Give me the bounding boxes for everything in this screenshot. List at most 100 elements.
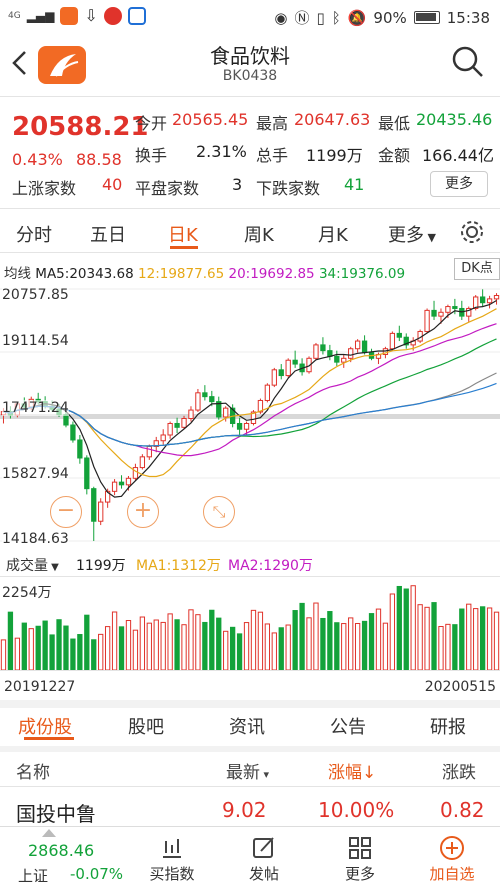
- search-button[interactable]: [450, 44, 486, 80]
- volume-bar: [174, 619, 180, 670]
- volume-bar: [459, 608, 465, 670]
- tab-daily-k[interactable]: 日K: [168, 221, 198, 247]
- col-header-latest[interactable]: 最新 ▾: [226, 758, 269, 783]
- tab-weekly-k[interactable]: 周K: [244, 221, 274, 247]
- tab-more[interactable]: 更多 ▼: [388, 221, 436, 247]
- zoom-in-button[interactable]: +: [127, 496, 159, 528]
- candle-body: [292, 359, 298, 365]
- stock-change-pct: 10.00%: [318, 798, 395, 822]
- volume-bar: [63, 625, 69, 670]
- quote-label-flat-count: 平盘家数: [135, 179, 200, 198]
- tab-five-day[interactable]: 五日: [90, 221, 126, 247]
- ma34-value: 34:19376.09: [318, 266, 406, 282]
- quote-more-button[interactable]: 更多: [430, 171, 488, 197]
- stock-name[interactable]: 国投中鲁: [16, 798, 96, 827]
- ma12-value: 12:19877.65: [138, 266, 225, 282]
- candle-body: [167, 422, 173, 436]
- stock-latest: 9.02: [222, 798, 267, 822]
- volume-bar: [375, 608, 382, 670]
- volume-bar: [368, 613, 375, 670]
- volume-bar: [188, 609, 194, 670]
- stock-change-amt: 0.82: [440, 798, 485, 822]
- candle-body: [438, 311, 444, 317]
- quote-label-turnover: 换手: [135, 146, 168, 165]
- network-indicator: 4G: [8, 10, 21, 21]
- tab-news[interactable]: 资讯: [229, 713, 265, 739]
- candle-body: [195, 392, 201, 411]
- fullscreen-button[interactable]: ⤡: [203, 496, 235, 528]
- tab-forum[interactable]: 股吧: [128, 713, 164, 739]
- volume-bar: [389, 593, 396, 670]
- divider: [0, 670, 500, 671]
- candle-body: [139, 456, 146, 469]
- ma-legend: 均线 MA5:20343.68 12:19877.65 20:19692.85 …: [4, 262, 405, 282]
- volume-bar: [7, 611, 14, 670]
- bottom-toolbar: 2868.46 上证 -0.07% 买指数 发帖 更多 加自选: [0, 826, 500, 888]
- quote-value-low: 20435.46: [416, 110, 493, 129]
- candle-body: [118, 481, 125, 486]
- volume-bar: [264, 623, 271, 670]
- active-tab-indicator: [170, 246, 198, 249]
- post-button[interactable]: 发帖: [224, 827, 304, 884]
- volume-bar: [125, 620, 132, 670]
- ma-label: 均线: [4, 266, 31, 282]
- volume-chart[interactable]: [0, 578, 500, 670]
- volume-bar: [431, 602, 437, 670]
- caret-down-icon: ▼: [424, 231, 436, 244]
- candle-body: [431, 309, 437, 317]
- divider: [0, 786, 500, 787]
- price-reference-band: [0, 414, 500, 419]
- col-header-change-amt[interactable]: 涨跌: [442, 758, 476, 783]
- col-header-name: 名称: [16, 763, 50, 783]
- volume-bar: [91, 639, 97, 670]
- sort-icon: ▾: [260, 768, 270, 781]
- ma5-line: [3, 299, 497, 498]
- add-watchlist-button[interactable]: 加自选: [412, 827, 492, 884]
- volume-bar: [181, 624, 187, 670]
- more-menu-button[interactable]: 更多: [320, 827, 400, 884]
- index-ticker[interactable]: 2868.46 上证 -0.07%: [0, 827, 123, 888]
- tab-intraday[interactable]: 分时: [16, 221, 52, 247]
- dk-point-button[interactable]: DK点: [454, 258, 500, 280]
- tab-constituents[interactable]: 成份股: [18, 713, 72, 739]
- volume-bar: [473, 608, 479, 670]
- volume-bar: [209, 609, 215, 670]
- candle-body: [70, 424, 76, 441]
- volume-bar: [271, 632, 277, 670]
- volume-bar: [70, 638, 76, 670]
- candle-body: [361, 340, 368, 354]
- change-percent: 0.43%: [12, 150, 63, 169]
- volume-bar: [493, 611, 500, 670]
- status-bar: 4G ▂▄▆ ⇩ ◉ Ⓝ ▯ ᛒ 🔕 90% 15:38: [0, 0, 500, 34]
- zoom-out-button[interactable]: −: [50, 496, 82, 528]
- candle-body: [493, 295, 500, 300]
- candle-body: [334, 355, 340, 363]
- y-axis-label-4: 15827.94: [2, 466, 69, 482]
- volume-bar: [153, 619, 159, 670]
- candle-body: [341, 357, 347, 363]
- ma20-value: 20:19692.85: [228, 266, 315, 282]
- divider: [0, 96, 500, 97]
- app-notification-icon-2: [103, 6, 122, 25]
- volume-selector[interactable]: 成交量 ▼: [6, 555, 59, 575]
- settings-button[interactable]: [458, 218, 486, 250]
- date-start: 20191227: [4, 679, 76, 695]
- search-icon: [452, 46, 483, 77]
- mute-icon: 🔕: [347, 8, 367, 27]
- tab-research[interactable]: 研报: [430, 713, 466, 739]
- buy-index-button[interactable]: 买指数: [132, 827, 212, 884]
- add-watchlist-label: 加自选: [429, 865, 475, 883]
- tab-announcements[interactable]: 公告: [330, 713, 366, 739]
- tab-monthly-k[interactable]: 月K: [318, 221, 348, 247]
- candle-body: [320, 344, 326, 352]
- volume-bar: [111, 611, 118, 670]
- volume-value: 1199万: [76, 558, 126, 574]
- col-header-change-pct[interactable]: 涨幅↓: [328, 758, 376, 783]
- change-amount: 88.58: [76, 150, 122, 169]
- grid-icon: [349, 837, 371, 859]
- candle-body: [111, 481, 118, 492]
- more-menu-label: 更多: [344, 865, 375, 883]
- volume-bar: [250, 609, 257, 670]
- ma34-line: [3, 338, 497, 447]
- battery-percent: 90%: [373, 8, 407, 27]
